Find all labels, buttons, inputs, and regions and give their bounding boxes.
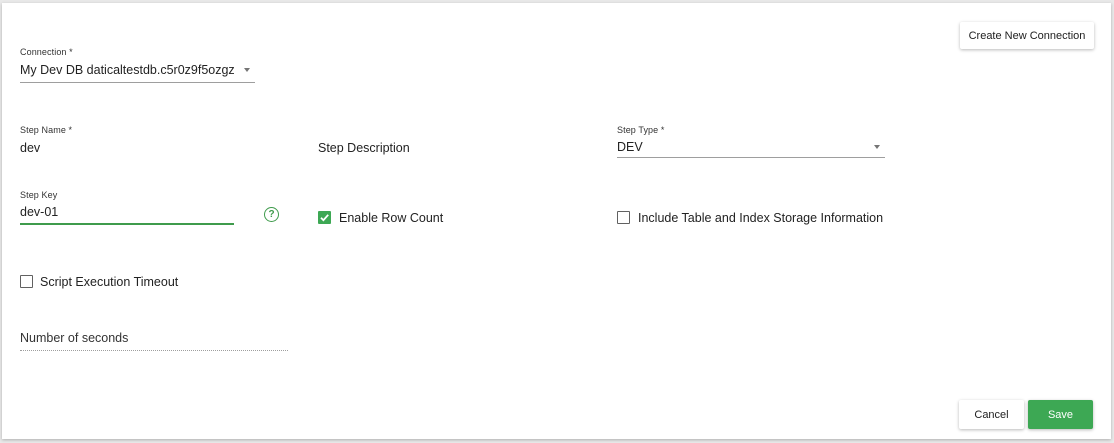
include-storage-info-checkbox[interactable] [617,211,630,224]
step-type-label: Step Type * [617,125,665,135]
step-key-label: Step Key [20,190,58,200]
number-of-seconds-input[interactable]: Number of seconds [20,331,128,345]
chevron-down-icon[interactable] [244,68,250,72]
number-of-seconds-underline [20,350,288,351]
connection-select[interactable]: My Dev DB daticaltestdb.c5r0z9f5ozgz.... [20,63,235,77]
step-key-input[interactable]: dev-01 [20,205,58,219]
enable-row-count-checkbox[interactable] [318,211,331,224]
include-storage-info-label: Include Table and Index Storage Informat… [638,211,884,225]
step-type-select[interactable]: DEV [617,140,643,154]
chevron-down-icon[interactable] [874,145,880,149]
step-name-input[interactable]: dev [20,141,40,155]
help-circle-icon[interactable]: ? [264,207,279,222]
step-form-card: Create New Connection Connection * My De… [2,3,1111,439]
create-new-connection-button[interactable]: Create New Connection [960,22,1094,49]
step-name-label: Step Name * [20,125,73,135]
step-type-underline [617,157,885,158]
cancel-button[interactable]: Cancel [959,400,1024,429]
step-description-input[interactable]: Step Description [318,141,410,155]
step-key-underline [20,223,234,225]
connection-label: Connection * [20,47,73,57]
enable-row-count-label: Enable Row Count [339,211,444,225]
script-timeout-checkbox[interactable] [20,275,33,288]
checkmark-icon [320,214,329,222]
script-timeout-label: Script Execution Timeout [40,275,179,289]
save-button[interactable]: Save [1028,400,1093,429]
connection-underline [20,82,255,83]
